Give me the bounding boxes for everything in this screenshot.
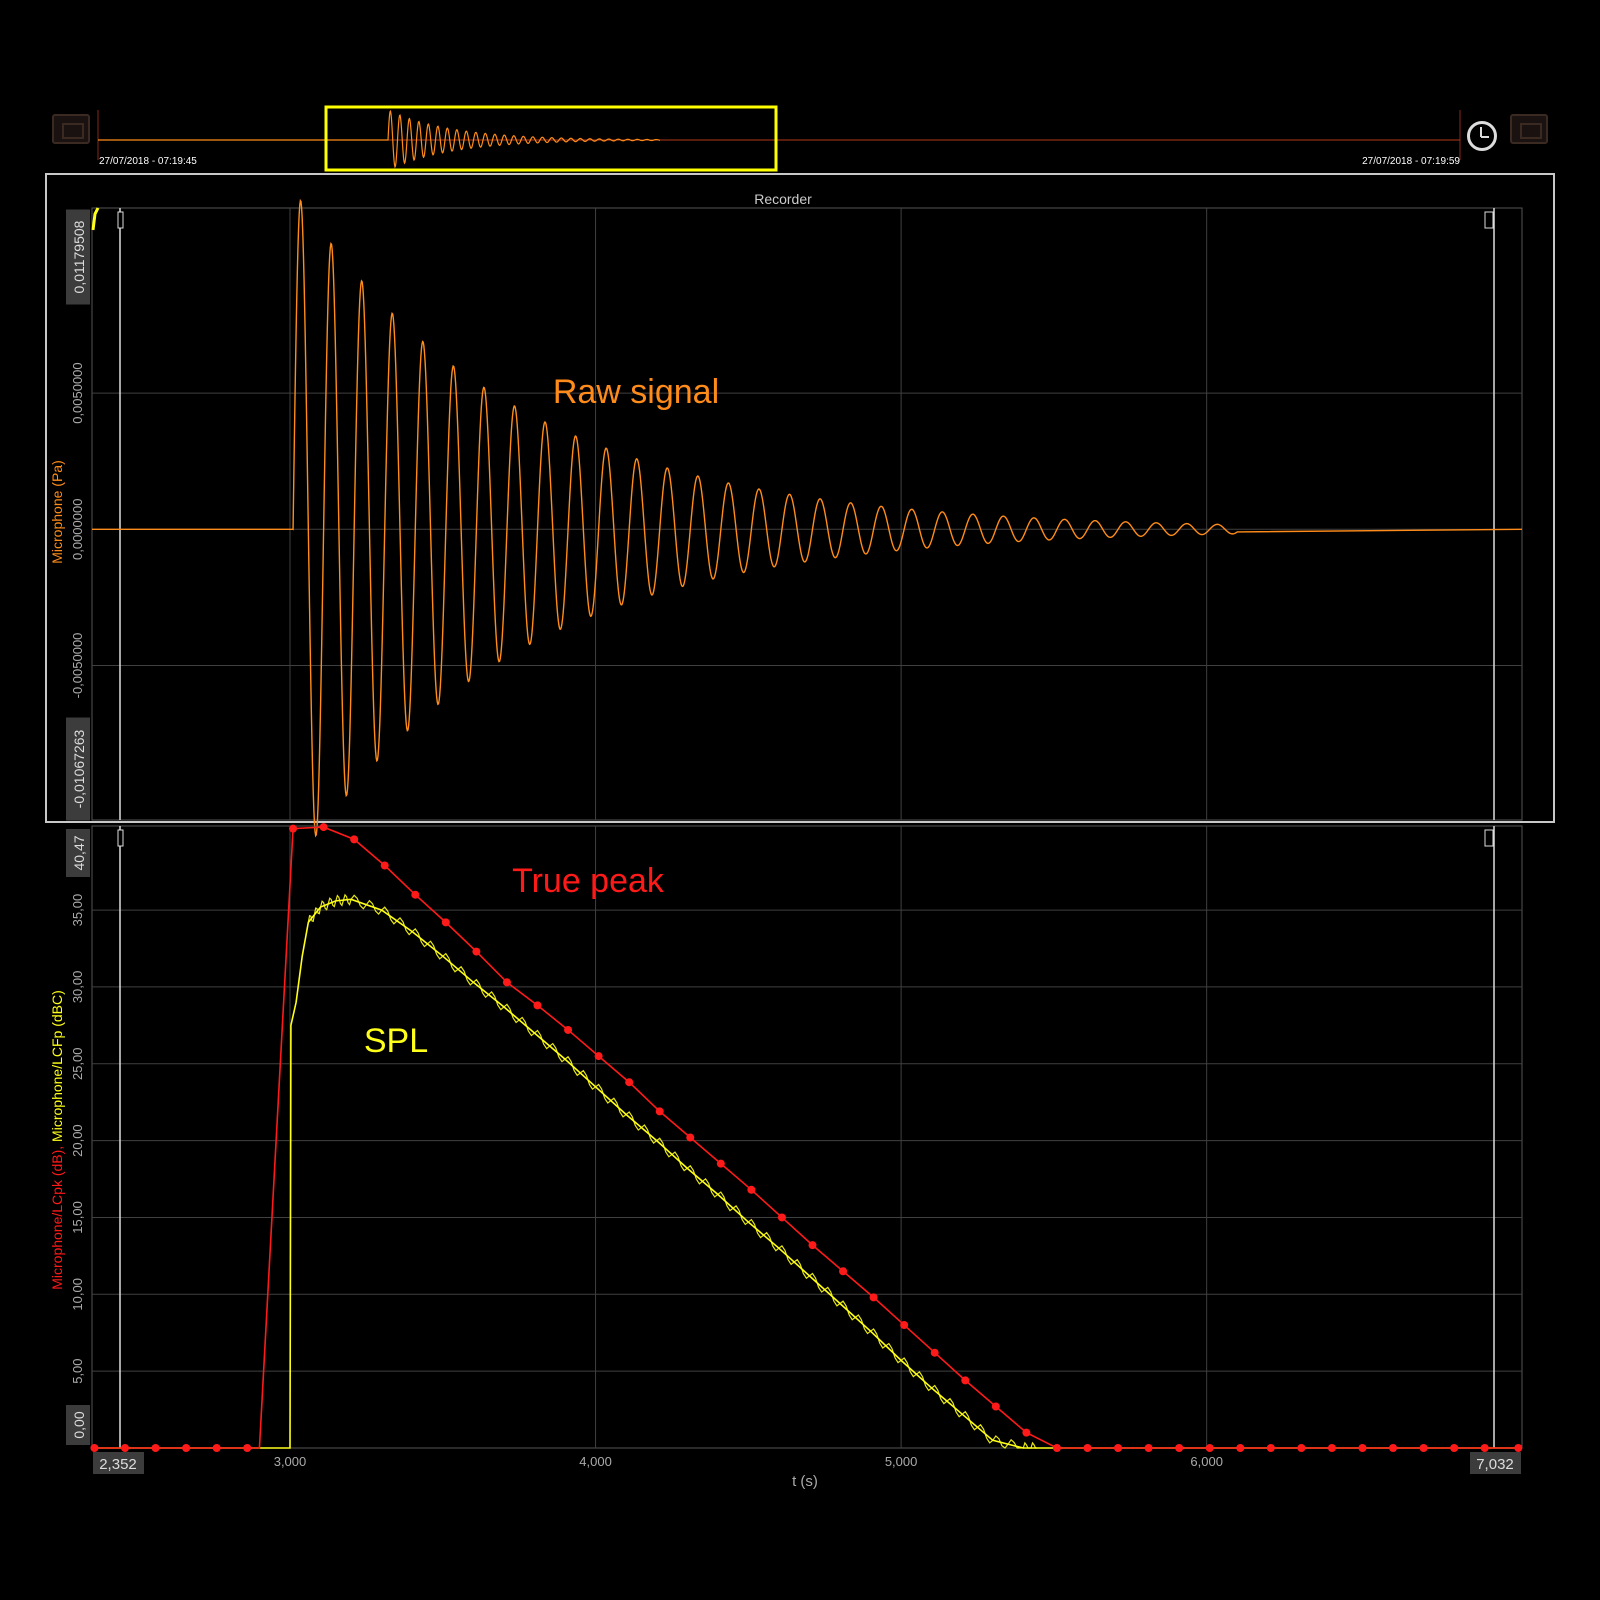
true-peak-point-39 (1266, 1444, 1275, 1452)
top-ylabel: Microphone (Pa) (49, 460, 65, 564)
true-peak-point-41 (1327, 1444, 1336, 1452)
bottom-cursor-right-handle (1484, 829, 1494, 847)
true-peak-point-25 (839, 1267, 848, 1276)
true-peak-point-10 (380, 861, 389, 870)
level-chart: 5,00 10,00 15,00 20,00 25,00 30,00 35,00 40,47 0… (49, 823, 1523, 1490)
raw-signal-line (92, 198, 1523, 838)
true-peak-point-7 (289, 824, 298, 833)
true-peak-point-1 (121, 1444, 129, 1452)
true-peak-annotation: True peak (512, 862, 665, 900)
xtick-label-1: 4,000 (579, 1454, 612, 1469)
spl-annotation: SPL (364, 1022, 428, 1060)
true-peak-point-29 (961, 1376, 970, 1385)
bottom-ymin-label: 0,00 (71, 1411, 87, 1438)
true-peak-point-43 (1389, 1444, 1398, 1452)
bottom-ytick-label-5: 30,00 (70, 971, 85, 1004)
chart-canvas: 27/07/2018 - 07:19:45 27/07/2018 - 07:19… (45, 105, 1555, 1490)
true-peak-point-42 (1358, 1444, 1367, 1452)
top-ymin-label: -0,01067263 (71, 729, 87, 808)
true-peak-point-0 (90, 1444, 99, 1452)
true-peak-point-47 (1514, 1444, 1523, 1452)
top-plot-area (91, 207, 1523, 821)
true-peak-line (94, 826, 1519, 1449)
bottom-ylabel-part-1: Microphone/LCFp (dBC) (49, 990, 65, 1142)
recorder-frame (45, 173, 1555, 823)
top-ytick-label-1: 0,0000000 (70, 499, 85, 560)
true-peak-point-34 (1114, 1444, 1123, 1452)
bottom-ylabel-part-0: Microphone/LCpk (dB), (49, 1142, 65, 1290)
true-peak-point-46 (1480, 1444, 1489, 1452)
true-peak-point-15 (533, 1001, 542, 1010)
bottom-ytick-label-6: 35,00 (70, 894, 85, 927)
true-peak-point-4 (212, 1444, 221, 1452)
true-peak-point-22 (747, 1185, 756, 1194)
xmin-label: 2,352 (99, 1456, 137, 1473)
true-peak-point-32 (1052, 1444, 1061, 1452)
bottom-ylabel: Microphone/LCpk (dB), Microphone/LCFp (d… (49, 990, 65, 1290)
true-peak-point-36 (1175, 1444, 1184, 1452)
true-peak-point-33 (1083, 1444, 1092, 1452)
xtick-label-0: 3,000 (274, 1454, 307, 1469)
xtick-label-2: 5,000 (885, 1454, 918, 1469)
bottom-ytick-label-0: 5,00 (70, 1358, 85, 1383)
true-peak-point-28 (930, 1348, 939, 1357)
true-peak-point-37 (1205, 1444, 1214, 1452)
overview-end-time: 27/07/2018 - 07:19:59 (1362, 156, 1460, 167)
bottom-ytick-label-3: 20,00 (70, 1124, 85, 1157)
overview-start-time: 27/07/2018 - 07:19:45 (99, 156, 197, 167)
true-peak-point-23 (777, 1213, 786, 1222)
raw-signal-annotation: Raw signal (553, 373, 719, 411)
top-ymax-label: 0,01179508 (71, 220, 87, 293)
true-peak-point-27 (900, 1321, 909, 1330)
bottom-ytick-label-1: 10,00 (70, 1278, 85, 1311)
true-peak-point-19 (655, 1107, 664, 1116)
xmax-label: 7,032 (1476, 1456, 1514, 1473)
bottom-plot-area (91, 825, 1523, 1449)
true-peak-point-35 (1144, 1444, 1153, 1452)
true-peak-point-2 (151, 1444, 160, 1452)
true-peak-point-21 (716, 1159, 725, 1168)
true-peak-point-3 (182, 1444, 191, 1452)
bottom-cursor-left-handle (117, 829, 124, 847)
true-peak-point-5 (243, 1444, 252, 1452)
spl-edge-blip (91, 207, 100, 231)
top-ytick-label-0: -0,0050000 (70, 633, 85, 699)
recorder-window: 27/07/2018 - 07:19:45 27/07/2018 - 07:19… (0, 0, 1600, 1600)
true-peak-point-30 (991, 1402, 1000, 1411)
spl-line (92, 898, 1522, 1449)
true-peak-point-13 (472, 947, 481, 956)
top-ytick-label-2: 0,0050000 (70, 362, 85, 423)
xlabel: t (s) (792, 1473, 818, 1490)
bottom-ytick-label-4: 25,00 (70, 1047, 85, 1080)
true-peak-point-9 (350, 835, 359, 844)
true-peak-point-8 (319, 823, 328, 832)
bottom-ymax-label: 40,47 (71, 835, 87, 870)
true-peak-point-20 (686, 1133, 695, 1142)
raw-signal-chart: -0,0050000 0,0000000 0,0050000 0,01179508 -0… (49, 198, 1523, 838)
true-peak-point-45 (1450, 1444, 1459, 1452)
true-peak-point-18 (625, 1078, 634, 1087)
true-peak-point-17 (594, 1052, 603, 1061)
true-peak-point-12 (441, 918, 450, 927)
true-peak-point-24 (808, 1241, 817, 1250)
true-peak-point-40 (1297, 1444, 1306, 1452)
true-peak-point-31 (1022, 1428, 1031, 1437)
recorder-title: Recorder (754, 191, 812, 207)
bottom-ytick-label-2: 15,00 (70, 1201, 85, 1234)
true-peak-point-44 (1419, 1444, 1428, 1452)
xtick-label-3: 6,000 (1190, 1454, 1223, 1469)
top-cursor-left-handle (117, 211, 124, 229)
true-peak-point-26 (869, 1293, 878, 1302)
true-peak-point-16 (564, 1025, 573, 1034)
true-peak-point-11 (411, 890, 420, 899)
top-cursor-right-handle (1484, 211, 1494, 229)
true-peak-point-14 (502, 978, 511, 987)
spl-ripple (307, 893, 1038, 1449)
overview-strip[interactable]: 27/07/2018 - 07:19:45 27/07/2018 - 07:19… (97, 105, 1461, 172)
true-peak-point-38 (1236, 1444, 1245, 1452)
